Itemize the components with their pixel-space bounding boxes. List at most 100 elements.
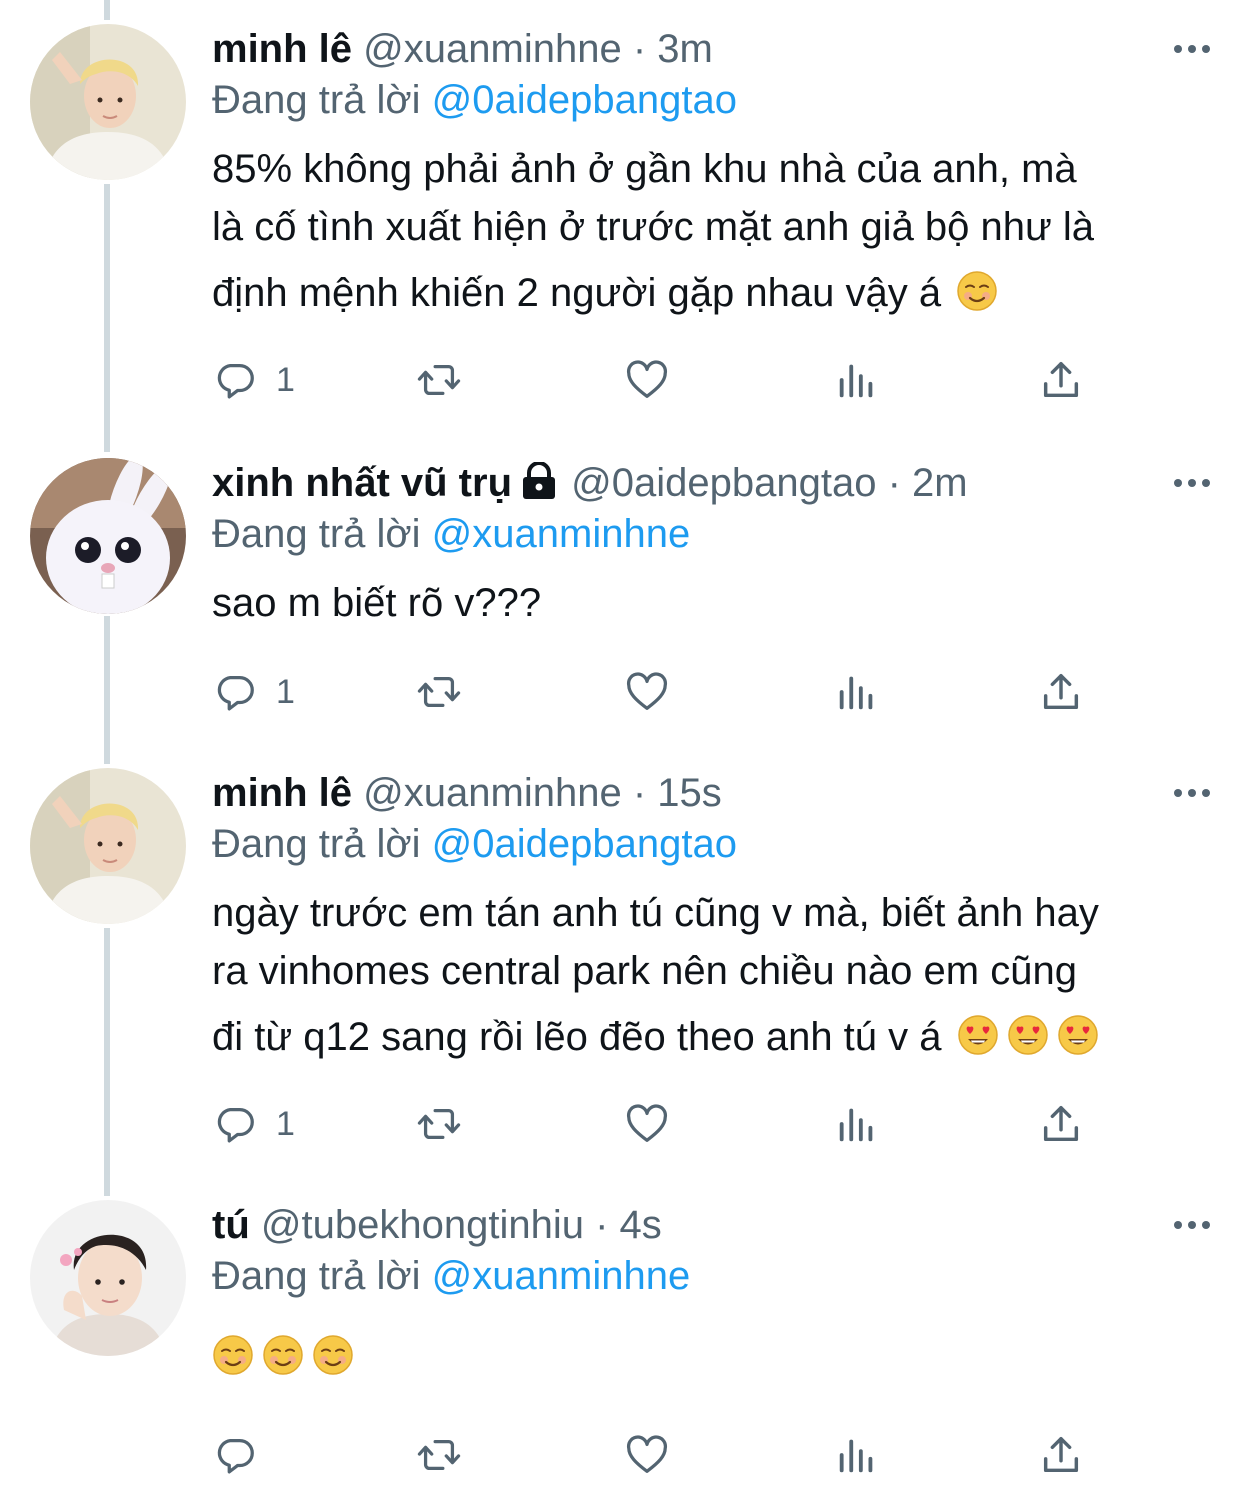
tweet-text-line: định mệnh khiến 2 người gặp nhau vậy á [212, 271, 942, 315]
mention-link[interactable]: @0aidepbangtao [432, 822, 737, 866]
smiling-face-emoji [312, 1334, 354, 1376]
share-button[interactable] [1038, 1430, 1084, 1480]
mention-link[interactable]: @xuanminhne [432, 1254, 691, 1298]
separator: · [595, 1203, 609, 1247]
more-icon[interactable] [1172, 24, 1212, 74]
replying-to: Đang trả lời @0aidepbangtao [212, 818, 1202, 870]
tweet-text: ngày trước em tán anh tú cũng v mà, biết… [212, 884, 1202, 1066]
stats-button[interactable] [834, 355, 880, 405]
replying-to: Đang trả lời @xuanminhne [212, 508, 1202, 560]
mention-link[interactable]: @0aidepbangtao [432, 78, 737, 122]
share-icon [1038, 669, 1084, 715]
tweet-text-line: 85% không phải ảnh ở gần khu nhà của anh… [212, 147, 1077, 191]
stats-button[interactable] [834, 1430, 880, 1480]
thread-line [104, 928, 110, 1196]
reply-count: 1 [276, 1104, 295, 1143]
separator: · [632, 27, 647, 71]
heart-eyes-emoji [1057, 1014, 1099, 1056]
display-name[interactable]: xinh nhất vũ trụ [212, 461, 512, 505]
avatar[interactable] [30, 458, 186, 614]
more-icon[interactable] [1172, 1200, 1212, 1250]
thread-line [104, 616, 110, 764]
tweet-actions: 1 [212, 667, 1082, 717]
stats-icon [834, 1432, 880, 1478]
mention-link[interactable]: @xuanminhne [432, 512, 691, 556]
smiling-face-emoji [262, 1334, 304, 1376]
heart-eyes-emoji [957, 1014, 999, 1056]
avatar[interactable] [30, 768, 186, 924]
heart-icon [624, 1101, 670, 1147]
retweet-button[interactable] [416, 667, 462, 717]
replying-label: Đang trả lời [212, 512, 421, 556]
timestamp[interactable]: 15s [657, 771, 722, 815]
display-name[interactable]: minh lê [212, 27, 352, 71]
like-button[interactable] [624, 667, 670, 717]
reply-count: 1 [276, 360, 295, 399]
share-button[interactable] [1038, 355, 1084, 405]
replying-to: Đang trả lời @0aidepbangtao [212, 74, 1202, 126]
stats-icon [834, 357, 880, 403]
tweet-text-line: là cố tình xuất hiện ở trước mặt anh giả… [212, 205, 1095, 249]
reply-icon [212, 357, 258, 403]
stats-icon [834, 1101, 880, 1147]
reply-button[interactable]: 1 [212, 667, 295, 717]
replying-label: Đang trả lời [212, 78, 421, 122]
tweet-actions: 1 [212, 1099, 1082, 1149]
reply-count: 1 [276, 672, 295, 711]
username[interactable]: @tubekhongtinhiu [261, 1203, 584, 1247]
share-icon [1038, 357, 1084, 403]
tweet-actions: 1 [212, 355, 1082, 405]
retweet-icon [416, 357, 462, 403]
heart-icon [624, 357, 670, 403]
tweet-header: xinh nhất vũ trụ @0aidepbangtao · 2m [212, 458, 1202, 508]
like-button[interactable] [624, 1099, 670, 1149]
lock-icon [523, 462, 555, 499]
timestamp[interactable]: 2m [912, 461, 968, 505]
stats-button[interactable] [834, 1099, 880, 1149]
reply-icon [212, 669, 258, 715]
reply-button[interactable] [212, 1430, 276, 1480]
reply-icon [212, 1432, 258, 1478]
heart-icon [624, 669, 670, 715]
like-button[interactable] [624, 1430, 670, 1480]
stats-icon [834, 669, 880, 715]
heart-eyes-emoji [1007, 1014, 1049, 1056]
display-name[interactable]: tú [212, 1203, 250, 1247]
separator: · [632, 771, 647, 815]
share-button[interactable] [1038, 1099, 1084, 1149]
timestamp[interactable]: 4s [620, 1203, 662, 1247]
username[interactable]: @xuanminhne [363, 771, 622, 815]
username[interactable]: @xuanminhne [363, 27, 622, 71]
thread-line [104, 0, 110, 20]
retweet-icon [416, 1432, 462, 1478]
share-icon [1038, 1101, 1084, 1147]
more-icon[interactable] [1172, 768, 1212, 818]
tweet-text-line: sao m biết rõ v??? [212, 581, 542, 625]
display-name[interactable]: minh lê [212, 771, 352, 815]
tweet-header: tú @tubekhongtinhiu · 4s [212, 1200, 1202, 1250]
username[interactable]: @0aidepbangtao [571, 461, 876, 505]
avatar[interactable] [30, 1200, 186, 1356]
timestamp[interactable]: 3m [657, 27, 713, 71]
stats-button[interactable] [834, 667, 880, 717]
retweet-icon [416, 1101, 462, 1147]
tweet-header: minh lê @xuanminhne · 3m [212, 24, 1202, 74]
tweet-text: 85% không phải ảnh ở gần khu nhà của anh… [212, 140, 1202, 322]
retweet-button[interactable] [416, 1430, 462, 1480]
tweet-text-line: ngày trước em tán anh tú cũng v mà, biết… [212, 891, 1099, 935]
tweet-text [212, 1328, 1202, 1386]
retweet-button[interactable] [416, 1099, 462, 1149]
tweet-text-line: đi từ q12 sang rồi lẽo đẽo theo anh tú v… [212, 1015, 942, 1059]
reply-button[interactable]: 1 [212, 355, 295, 405]
tweet-text: sao m biết rõ v??? [212, 574, 1202, 632]
share-button[interactable] [1038, 667, 1084, 717]
retweet-button[interactable] [416, 355, 462, 405]
avatar[interactable] [30, 24, 186, 180]
more-icon[interactable] [1172, 458, 1212, 508]
reply-button[interactable]: 1 [212, 1099, 295, 1149]
like-button[interactable] [624, 355, 670, 405]
heart-icon [624, 1432, 670, 1478]
smiling-face-emoji [956, 270, 998, 312]
replying-label: Đang trả lời [212, 1254, 421, 1298]
replying-to: Đang trả lời @xuanminhne [212, 1250, 1202, 1302]
